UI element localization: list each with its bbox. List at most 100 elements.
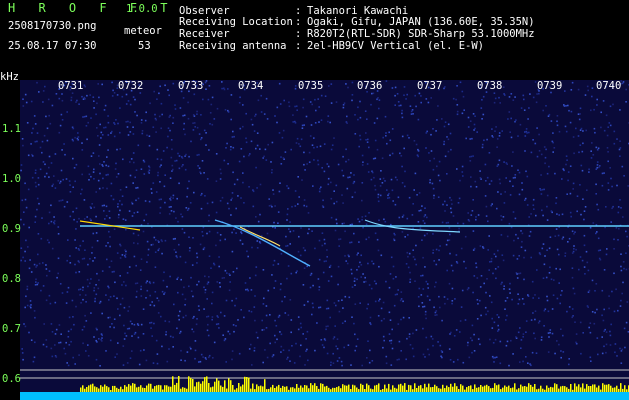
noise-speck — [116, 353, 118, 355]
noise-speck — [376, 117, 379, 120]
noise-speck — [218, 327, 220, 329]
burst-bar — [404, 383, 406, 392]
noise-speck — [515, 336, 517, 338]
noise-speck — [500, 234, 503, 236]
noise-speck — [524, 249, 527, 252]
noise-speck — [328, 266, 331, 268]
noise-speck — [46, 139, 49, 142]
noise-speck — [162, 279, 165, 282]
noise-speck — [459, 81, 462, 84]
noise-speck — [66, 111, 68, 113]
noise-speck — [506, 314, 508, 317]
noise-speck — [612, 103, 614, 106]
noise-speck — [134, 331, 137, 334]
noise-speck — [338, 245, 340, 247]
noise-speck — [498, 135, 501, 137]
noise-speck — [278, 190, 281, 193]
noise-speck — [559, 302, 561, 305]
noise-speck — [360, 264, 363, 266]
noise-speck — [82, 98, 85, 100]
noise-speck — [125, 228, 127, 231]
noise-speck — [349, 176, 351, 178]
noise-speck — [558, 214, 560, 216]
noise-speck — [22, 358, 24, 361]
noise-speck — [429, 160, 431, 162]
noise-speck — [342, 307, 344, 309]
noise-speck — [353, 232, 355, 235]
noise-speck — [263, 113, 266, 115]
noise-speck — [254, 115, 256, 117]
noise-speck — [519, 123, 522, 126]
noise-speck — [572, 182, 575, 185]
noise-speck — [400, 291, 403, 293]
noise-speck — [601, 336, 603, 338]
noise-speck — [319, 145, 322, 148]
noise-speck — [351, 286, 354, 288]
noise-speck — [129, 121, 131, 124]
noise-speck — [229, 333, 231, 335]
noise-speck — [245, 137, 247, 140]
noise-speck — [596, 231, 598, 233]
noise-speck — [116, 297, 118, 300]
noise-speck — [334, 325, 336, 327]
noise-speck — [219, 286, 221, 288]
noise-speck — [540, 174, 542, 176]
noise-speck — [51, 355, 54, 358]
noise-speck — [524, 131, 526, 133]
noise-speck — [40, 289, 42, 292]
noise-speck — [521, 240, 523, 243]
burst-bar — [150, 383, 152, 392]
burst-bar — [164, 385, 166, 392]
noise-speck — [38, 202, 40, 205]
noise-speck — [469, 138, 471, 140]
noise-speck — [160, 102, 163, 105]
noise-speck — [580, 127, 583, 130]
noise-speck — [417, 148, 419, 151]
noise-speck — [146, 134, 148, 137]
noise-speck — [107, 165, 110, 168]
noise-speck — [318, 258, 321, 261]
noise-speck — [88, 173, 91, 176]
noise-speck — [522, 360, 524, 363]
noise-speck — [609, 105, 612, 108]
noise-speck — [613, 130, 616, 133]
noise-speck — [500, 283, 502, 285]
noise-speck — [622, 81, 625, 83]
noise-speck — [367, 262, 369, 265]
noise-speck — [425, 132, 428, 134]
burst-bar — [304, 385, 306, 392]
noise-speck — [525, 320, 528, 322]
noise-speck — [576, 195, 579, 197]
noise-speck — [503, 161, 505, 163]
noise-speck — [625, 268, 628, 271]
noise-speck — [289, 230, 292, 233]
noise-speck — [126, 126, 129, 128]
noise-speck — [63, 347, 65, 350]
noise-speck — [517, 169, 519, 171]
noise-speck — [178, 155, 181, 157]
noise-speck — [446, 136, 448, 138]
noise-speck — [449, 252, 451, 255]
noise-speck — [596, 104, 598, 106]
burst-bar — [344, 385, 346, 392]
noise-speck — [439, 306, 441, 309]
noise-speck — [235, 325, 237, 327]
noise-speck — [532, 204, 535, 206]
noise-speck — [215, 323, 218, 326]
noise-speck — [625, 252, 627, 254]
noise-speck — [50, 162, 53, 164]
noise-speck — [326, 352, 329, 355]
noise-speck — [322, 271, 325, 274]
noise-speck — [591, 95, 593, 98]
noise-speck — [336, 222, 338, 225]
burst-bar — [508, 385, 510, 392]
noise-speck — [297, 316, 300, 318]
burst-bar — [434, 384, 436, 392]
noise-speck — [349, 241, 351, 244]
noise-speck — [541, 188, 544, 191]
noise-speck — [97, 83, 99, 85]
noise-speck — [184, 261, 187, 264]
noise-speck — [474, 115, 476, 117]
noise-speck — [560, 356, 562, 359]
noise-speck — [172, 168, 174, 171]
